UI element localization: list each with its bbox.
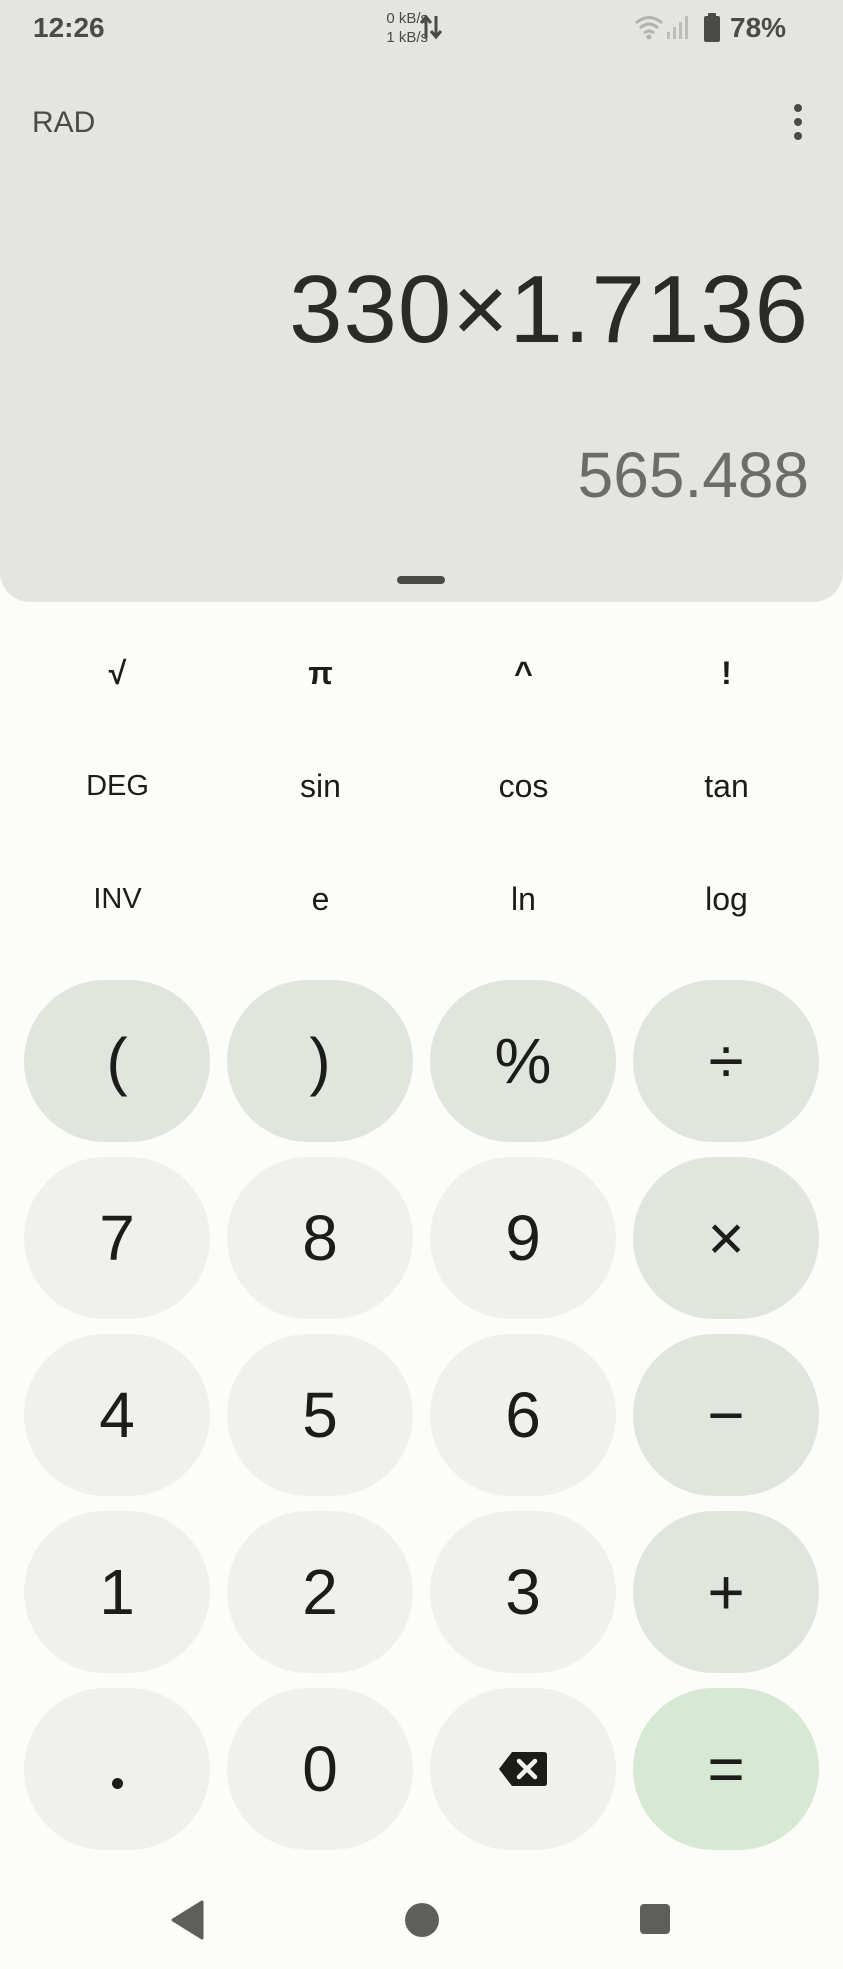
sqrt-key[interactable]: √ <box>16 617 219 730</box>
network-download-speed: 1 kB/s <box>386 29 428 46</box>
result-preview: 565.488 <box>577 439 809 511</box>
log-key[interactable]: log <box>625 843 828 956</box>
multiply-key[interactable]: × <box>633 1157 819 1319</box>
network-speed: 0 kB/s 1 kB/s <box>368 9 428 47</box>
ln-key[interactable]: ln <box>422 843 625 956</box>
digit-5-key[interactable]: 5 <box>227 1334 413 1496</box>
digit-0-key[interactable]: 0 <box>227 1688 413 1850</box>
plus-key[interactable]: + <box>633 1511 819 1673</box>
digit-3-key[interactable]: 3 <box>430 1511 616 1673</box>
status-bar: 12:26 0 kB/s 1 kB/s 78% <box>0 0 843 56</box>
pi-key[interactable]: π <box>219 617 422 730</box>
home-circle-icon[interactable] <box>405 1903 439 1937</box>
cos-key[interactable]: cos <box>422 730 625 843</box>
e-key[interactable]: e <box>219 843 422 956</box>
digit-7-key[interactable]: 7 <box>24 1157 210 1319</box>
percent-key[interactable]: % <box>430 980 616 1142</box>
recents-square-icon[interactable] <box>640 1904 670 1934</box>
wifi-icon <box>635 16 663 40</box>
close-paren-key[interactable]: ) <box>227 980 413 1142</box>
battery-percentage: 78% <box>730 12 787 43</box>
deg-key[interactable]: DEG <box>16 730 219 843</box>
cell-signal-icon <box>667 16 688 39</box>
decimal-point <box>111 1777 123 1789</box>
digit-8-key[interactable]: 8 <box>227 1157 413 1319</box>
power-key[interactable]: ^ <box>422 617 625 730</box>
battery-icon <box>704 13 720 42</box>
display-panel: 12:26 0 kB/s 1 kB/s 78% RAD 330×1.7136 5… <box>0 0 843 602</box>
back-triangle-icon[interactable] <box>170 1900 204 1940</box>
digit-6-key[interactable]: 6 <box>430 1334 616 1496</box>
status-time: 12:26 <box>33 12 105 43</box>
sin-key[interactable]: sin <box>219 730 422 843</box>
inv-key[interactable]: INV <box>16 843 219 956</box>
digit-9-key[interactable]: 9 <box>430 1157 616 1319</box>
main-keypad: ( ) % ÷ 7 8 9 × 4 5 6 − 1 2 3 + 0 = <box>24 980 819 1850</box>
factorial-key[interactable]: ! <box>625 617 828 730</box>
backspace-icon <box>499 1752 547 1786</box>
angle-mode-indicator: RAD <box>32 106 96 139</box>
minus-key[interactable]: − <box>633 1334 819 1496</box>
data-transfer-icon <box>420 14 442 40</box>
tan-key[interactable]: tan <box>625 730 828 843</box>
system-nav-bar <box>0 1880 843 1960</box>
more-vert-icon[interactable] <box>780 100 816 144</box>
digit-2-key[interactable]: 2 <box>227 1511 413 1673</box>
open-paren-key[interactable]: ( <box>24 980 210 1142</box>
digit-4-key[interactable]: 4 <box>24 1334 210 1496</box>
drag-handle[interactable] <box>397 576 445 584</box>
divide-key[interactable]: ÷ <box>633 980 819 1142</box>
expression-display[interactable]: 330×1.7136 <box>289 255 809 365</box>
network-upload-speed: 0 kB/s <box>386 10 428 27</box>
backspace-key[interactable] <box>430 1688 616 1850</box>
scientific-keys: √ π ^ ! DEG sin cos tan INV e ln log <box>16 617 828 956</box>
equals-key[interactable]: = <box>633 1688 819 1850</box>
digit-1-key[interactable]: 1 <box>24 1511 210 1673</box>
decimal-key[interactable] <box>24 1688 210 1850</box>
